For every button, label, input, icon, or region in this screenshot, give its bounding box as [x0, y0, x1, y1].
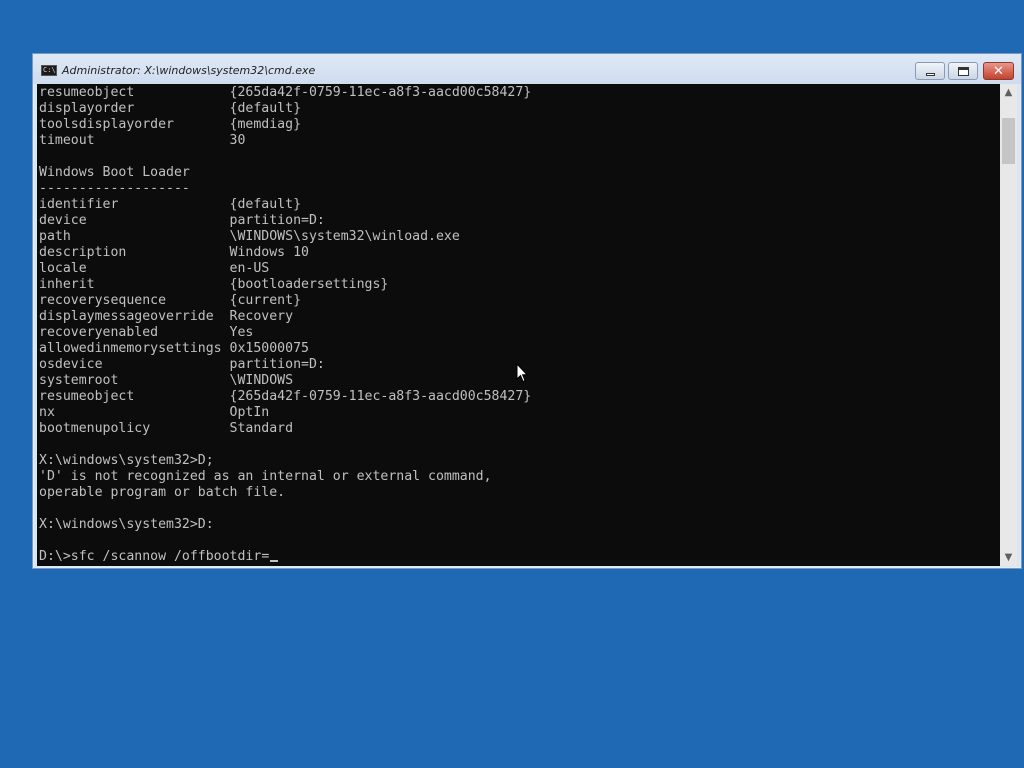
cmd-window: C:\ Administrator: X:\windows\system32\c… — [32, 53, 1022, 569]
console-output[interactable]: resumeobject {265da42f-0759-11ec-a8f3-aa… — [37, 84, 1000, 566]
cmd-icon[interactable]: C:\ — [41, 65, 57, 76]
minimize-button[interactable] — [915, 62, 945, 80]
console-line: inherit {bootloadersettings} — [39, 277, 389, 292]
vertical-scrollbar[interactable]: ▲ ▼ — [1000, 84, 1017, 566]
console-line: resumeobject {265da42f-0759-11ec-a8f3-aa… — [39, 389, 532, 404]
maximize-button[interactable] — [948, 62, 978, 80]
scroll-up-icon[interactable]: ▲ — [1000, 84, 1017, 101]
console-line: allowedinmemorysettings 0x15000075 — [39, 341, 309, 356]
mouse-pointer-icon — [516, 363, 528, 383]
console-line: nx OptIn — [39, 405, 270, 420]
window-title: Administrator: X:\windows\system32\cmd.e… — [62, 64, 316, 77]
scroll-down-icon[interactable]: ▼ — [1000, 549, 1017, 566]
console-line: identifier {default} — [39, 197, 302, 212]
console-line: locale en-US — [39, 261, 270, 276]
console-line: device partition=D: — [39, 213, 325, 228]
title-bar[interactable]: C:\ Administrator: X:\windows\system32\c… — [33, 54, 1021, 84]
minimize-icon — [925, 72, 935, 76]
console-line: displayorder {default} — [39, 101, 302, 116]
console-line: X:\windows\system32>D: — [39, 517, 214, 532]
console-line: path \WINDOWS\system32\winload.exe — [39, 229, 460, 244]
console-line: displaymessageoverride Recovery — [39, 309, 294, 324]
command-prompt: D:\> — [39, 549, 71, 564]
close-icon: ✕ — [993, 63, 1004, 79]
console-line: timeout 30 — [39, 133, 246, 148]
maximize-icon — [957, 66, 969, 76]
scrollbar-thumb[interactable] — [1002, 118, 1015, 164]
console-line: recoverysequence {current} — [39, 293, 302, 308]
console-line: systemroot \WINDOWS — [39, 373, 294, 388]
console-line: resumeobject {265da42f-0759-11ec-a8f3-aa… — [39, 85, 532, 100]
console-line: description Windows 10 — [39, 245, 309, 260]
console-line: toolsdisplayorder {memdiag} — [39, 117, 302, 132]
close-button[interactable]: ✕ — [983, 62, 1014, 80]
text-cursor — [270, 560, 279, 562]
console-line: X:\windows\system32>D; — [39, 453, 214, 468]
console-line: osdevice partition=D: — [39, 357, 325, 372]
console-line: 'D' is not recognized as an internal or … — [39, 469, 492, 484]
console-line: operable program or batch file. — [39, 485, 286, 500]
command-line[interactable]: D:\>sfc /scannow /offbootdir= — [39, 549, 279, 565]
console-line: recoveryenabled Yes — [39, 325, 254, 340]
console-line: ------------------- — [39, 181, 190, 196]
command-input[interactable]: sfc /scannow /offbootdir= — [71, 549, 270, 564]
console-line: bootmenupolicy Standard — [39, 421, 294, 436]
console-line: Windows Boot Loader — [39, 165, 190, 180]
